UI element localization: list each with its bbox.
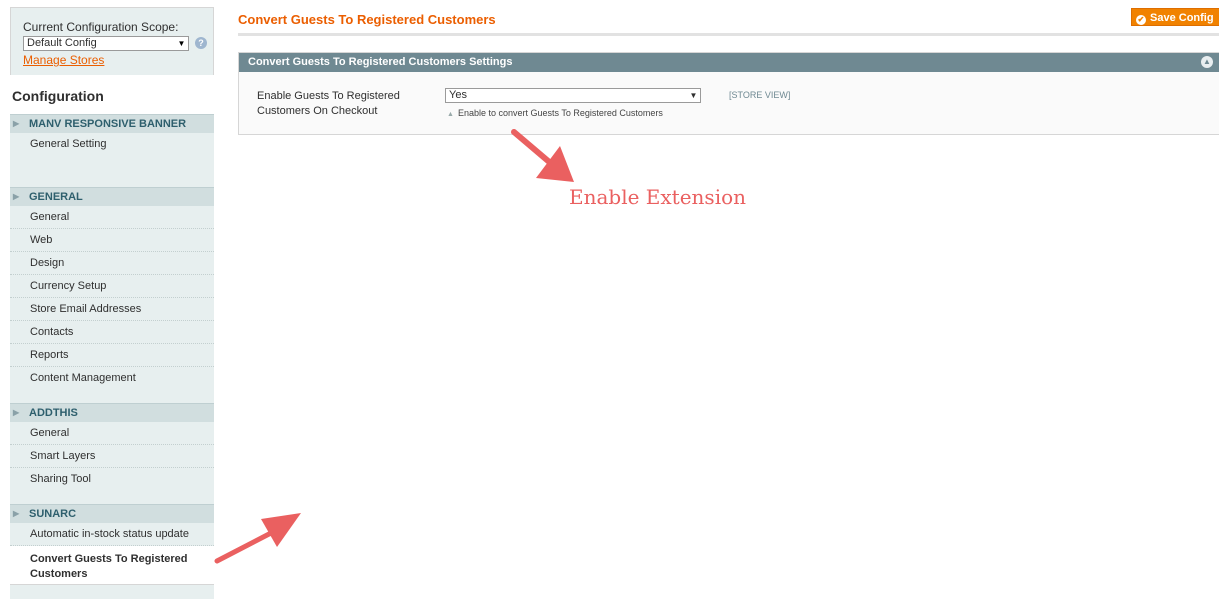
save-config-button[interactable]: ✔ Save Config — [1131, 8, 1219, 26]
config-nav: ▶ MANV RESPONSIVE BANNER General Setting… — [10, 114, 214, 599]
nav-item-convert-guests[interactable]: Convert Guests To Registered Customers — [10, 546, 214, 584]
chevron-down-icon: ▼ — [177, 39, 186, 48]
scope-select-value: Default Config — [27, 37, 97, 49]
page-title: Convert Guests To Registered Customers — [238, 12, 496, 27]
title-divider — [238, 33, 1219, 36]
triangle-right-icon: ▶ — [13, 408, 20, 417]
scope-switcher: Current Configuration Scope: Default Con… — [10, 7, 214, 75]
annotation-text: Enable Extension — [569, 185, 747, 209]
triangle-right-icon: ▶ — [13, 192, 20, 201]
collapse-icon[interactable]: ▲ — [1201, 56, 1213, 68]
nav-item-store-email-addresses[interactable]: Store Email Addresses — [10, 298, 214, 321]
nav-item-currency-setup[interactable]: Currency Setup — [10, 275, 214, 298]
configuration-title: Configuration — [12, 88, 104, 104]
nav-group-header[interactable]: ▶ GENERAL — [10, 187, 214, 206]
annotation-arrow-bottom — [214, 513, 301, 564]
settings-section: Convert Guests To Registered Customers S… — [238, 52, 1219, 135]
nav-item-reports[interactable]: Reports — [10, 344, 214, 367]
checkmark-icon: ✔ — [1136, 15, 1146, 25]
save-config-label: Save Config — [1150, 12, 1214, 24]
nav-item-automatic-in-stock[interactable]: Automatic in-stock status update — [10, 523, 214, 546]
sidebar: Current Configuration Scope: Default Con… — [0, 0, 215, 599]
field-note-text: Enable to convert Guests To Registered C… — [457, 108, 663, 118]
scope-label: Current Configuration Scope: — [23, 20, 179, 34]
nav-group-header-label: GENERAL — [29, 191, 83, 203]
enable-field-label: Enable Guests To Registered Customers On… — [257, 90, 400, 117]
nav-item-web[interactable]: Web — [10, 229, 214, 252]
nav-item-contacts[interactable]: Contacts — [10, 321, 214, 344]
nav-item-smart-layers[interactable]: Smart Layers — [10, 445, 214, 468]
annotation-arrow-top — [511, 129, 574, 182]
nav-group-header[interactable]: ▶ MANV RESPONSIVE BANNER — [10, 114, 214, 133]
nav-group-general: ▶ GENERAL General Web Design Currency Se… — [10, 187, 214, 403]
nav-group-addthis: ▶ ADDTHIS General Smart Layers Sharing T… — [10, 403, 214, 504]
nav-item-design[interactable]: Design — [10, 252, 214, 275]
note-triangle-icon: ▲ — [447, 111, 454, 118]
chevron-down-icon: ▼ — [689, 91, 698, 100]
enable-select[interactable]: Yes ▼ — [445, 88, 701, 103]
section-title: Convert Guests To Registered Customers S… — [248, 56, 513, 68]
nav-group-sunarc: ▶ SUNARC Automatic in-stock status updat… — [10, 504, 214, 584]
nav-group-header-label: MANV RESPONSIVE BANNER — [29, 118, 187, 130]
manage-stores-link[interactable]: Manage Stores — [23, 53, 104, 67]
field-note: ▲ Enable to convert Guests To Registered … — [447, 108, 663, 118]
nav-item-general[interactable]: General — [10, 422, 214, 445]
nav-group-manv: ▶ MANV RESPONSIVE BANNER General Setting — [10, 114, 214, 187]
field-scope: [STORE VIEW] — [729, 90, 791, 100]
nav-group-header[interactable]: ▶ ADDTHIS — [10, 403, 214, 422]
nav-group-header-label: SUNARC — [29, 508, 77, 520]
scope-select[interactable]: Default Config ▼ — [23, 36, 189, 51]
nav-item-general[interactable]: General — [10, 206, 214, 229]
triangle-right-icon: ▶ — [13, 509, 20, 518]
nav-group-header-label: ADDTHIS — [29, 407, 78, 419]
nav-item-sharing-tool[interactable]: Sharing Tool — [10, 468, 214, 490]
triangle-right-icon: ▶ — [13, 119, 20, 128]
nav-item-general-setting[interactable]: General Setting — [10, 133, 214, 155]
nav-item-content-management[interactable]: Content Management — [10, 367, 214, 389]
nav-group-header[interactable]: ▶ SUNARC — [10, 504, 214, 523]
section-header[interactable]: Convert Guests To Registered Customers S… — [239, 53, 1219, 72]
enable-select-value: Yes — [449, 89, 467, 101]
help-icon[interactable]: ? — [195, 37, 207, 49]
